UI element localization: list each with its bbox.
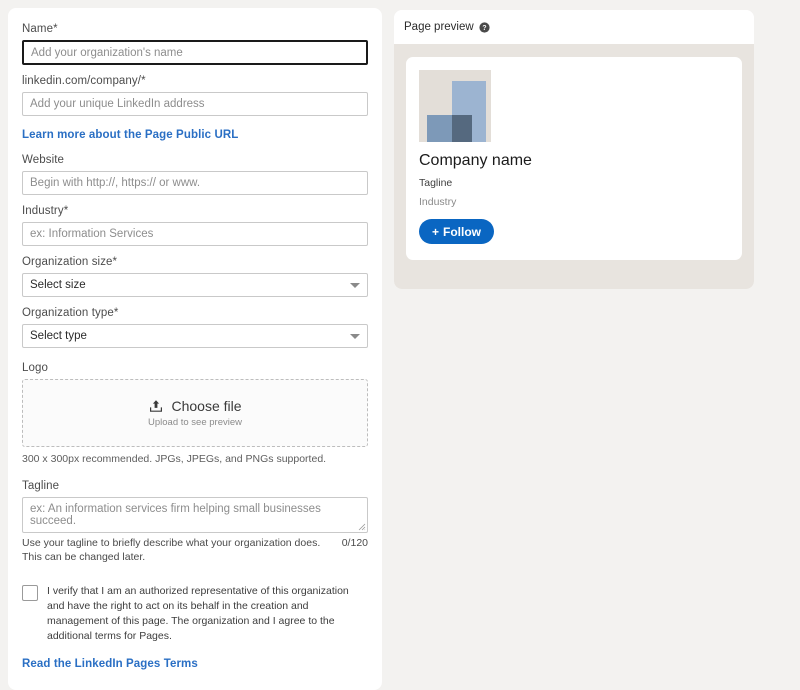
preview-industry: Industry [419, 195, 729, 209]
terms-row: Read the LinkedIn Pages Terms [22, 654, 368, 672]
tagline-label: Tagline [22, 479, 368, 494]
name-input[interactable] [22, 40, 368, 65]
org-type-select-wrap: Select type [22, 324, 368, 348]
field-name: Name* [22, 22, 368, 65]
field-org-type: Organization type* Select type [22, 306, 368, 348]
org-type-label: Organization type* [22, 306, 368, 321]
help-circle-icon[interactable]: ? [479, 22, 490, 33]
company-preview-tile: Company name Tagline Industry + Follow [406, 57, 742, 260]
name-label: Name* [22, 22, 368, 37]
learn-more-public-url-link[interactable]: Learn more about the Page Public URL [22, 127, 238, 143]
page-preview-body: Company name Tagline Industry + Follow [394, 44, 754, 289]
page-root: Name* linkedin.com/company/* Learn more … [0, 0, 800, 608]
industry-input[interactable] [22, 222, 368, 246]
org-size-select-wrap: Select size [22, 273, 368, 297]
linkedin-pages-terms-link[interactable]: Read the LinkedIn Pages Terms [22, 656, 198, 672]
page-preview-title: Page preview [404, 21, 474, 33]
plus-icon: + [432, 225, 439, 239]
industry-label: Industry* [22, 204, 368, 219]
company-logo-placeholder-icon [419, 70, 491, 142]
website-label: Website [22, 153, 368, 168]
field-logo: Logo Choose file Upload to see preview 3… [22, 361, 368, 466]
logo-helper-text: 300 x 300px recommended. JPGs, JPEGs, an… [22, 452, 368, 466]
verify-text: I verify that I am an authorized represe… [47, 584, 368, 644]
choose-file-label: Choose file [171, 398, 241, 414]
logo-shape-overlap [452, 115, 472, 142]
svg-text:?: ? [482, 24, 486, 31]
preview-tagline: Tagline [419, 176, 729, 190]
tagline-helper-text: Use your tagline to briefly describe wha… [22, 536, 322, 564]
website-input[interactable] [22, 171, 368, 195]
field-tagline: Tagline Use your tagline to briefly desc… [22, 479, 368, 564]
tagline-helper-row: Use your tagline to briefly describe wha… [22, 536, 368, 564]
verify-row: I verify that I am an authorized represe… [22, 584, 368, 644]
field-org-size: Organization size* Select size [22, 255, 368, 297]
upload-hint: Upload to see preview [148, 417, 242, 428]
field-public-url: linkedin.com/company/* [22, 74, 368, 116]
learn-more-row: Learn more about the Page Public URL [22, 125, 368, 143]
logo-dropzone[interactable]: Choose file Upload to see preview [22, 379, 368, 447]
verify-checkbox[interactable] [22, 585, 38, 601]
public-url-label: linkedin.com/company/* [22, 74, 368, 89]
preview-company-name: Company name [419, 151, 729, 171]
org-size-label: Organization size* [22, 255, 368, 270]
page-preview-card: Page preview ? Company name Tagline Indu… [394, 10, 754, 289]
organization-form-card: Name* linkedin.com/company/* Learn more … [8, 8, 382, 690]
page-preview-header: Page preview ? [394, 10, 754, 44]
field-website: Website [22, 153, 368, 195]
org-size-select[interactable]: Select size [22, 273, 368, 297]
field-industry: Industry* [22, 204, 368, 246]
follow-button[interactable]: + Follow [419, 219, 494, 244]
upload-icon [148, 398, 164, 414]
follow-button-label: Follow [443, 225, 481, 239]
tagline-character-counter: 0/120 [342, 536, 368, 550]
tagline-wrap [22, 497, 368, 533]
org-type-select[interactable]: Select type [22, 324, 368, 348]
logo-label: Logo [22, 361, 368, 376]
tagline-textarea[interactable] [22, 497, 368, 533]
public-url-input[interactable] [22, 92, 368, 116]
choose-file-row: Choose file [148, 398, 241, 414]
